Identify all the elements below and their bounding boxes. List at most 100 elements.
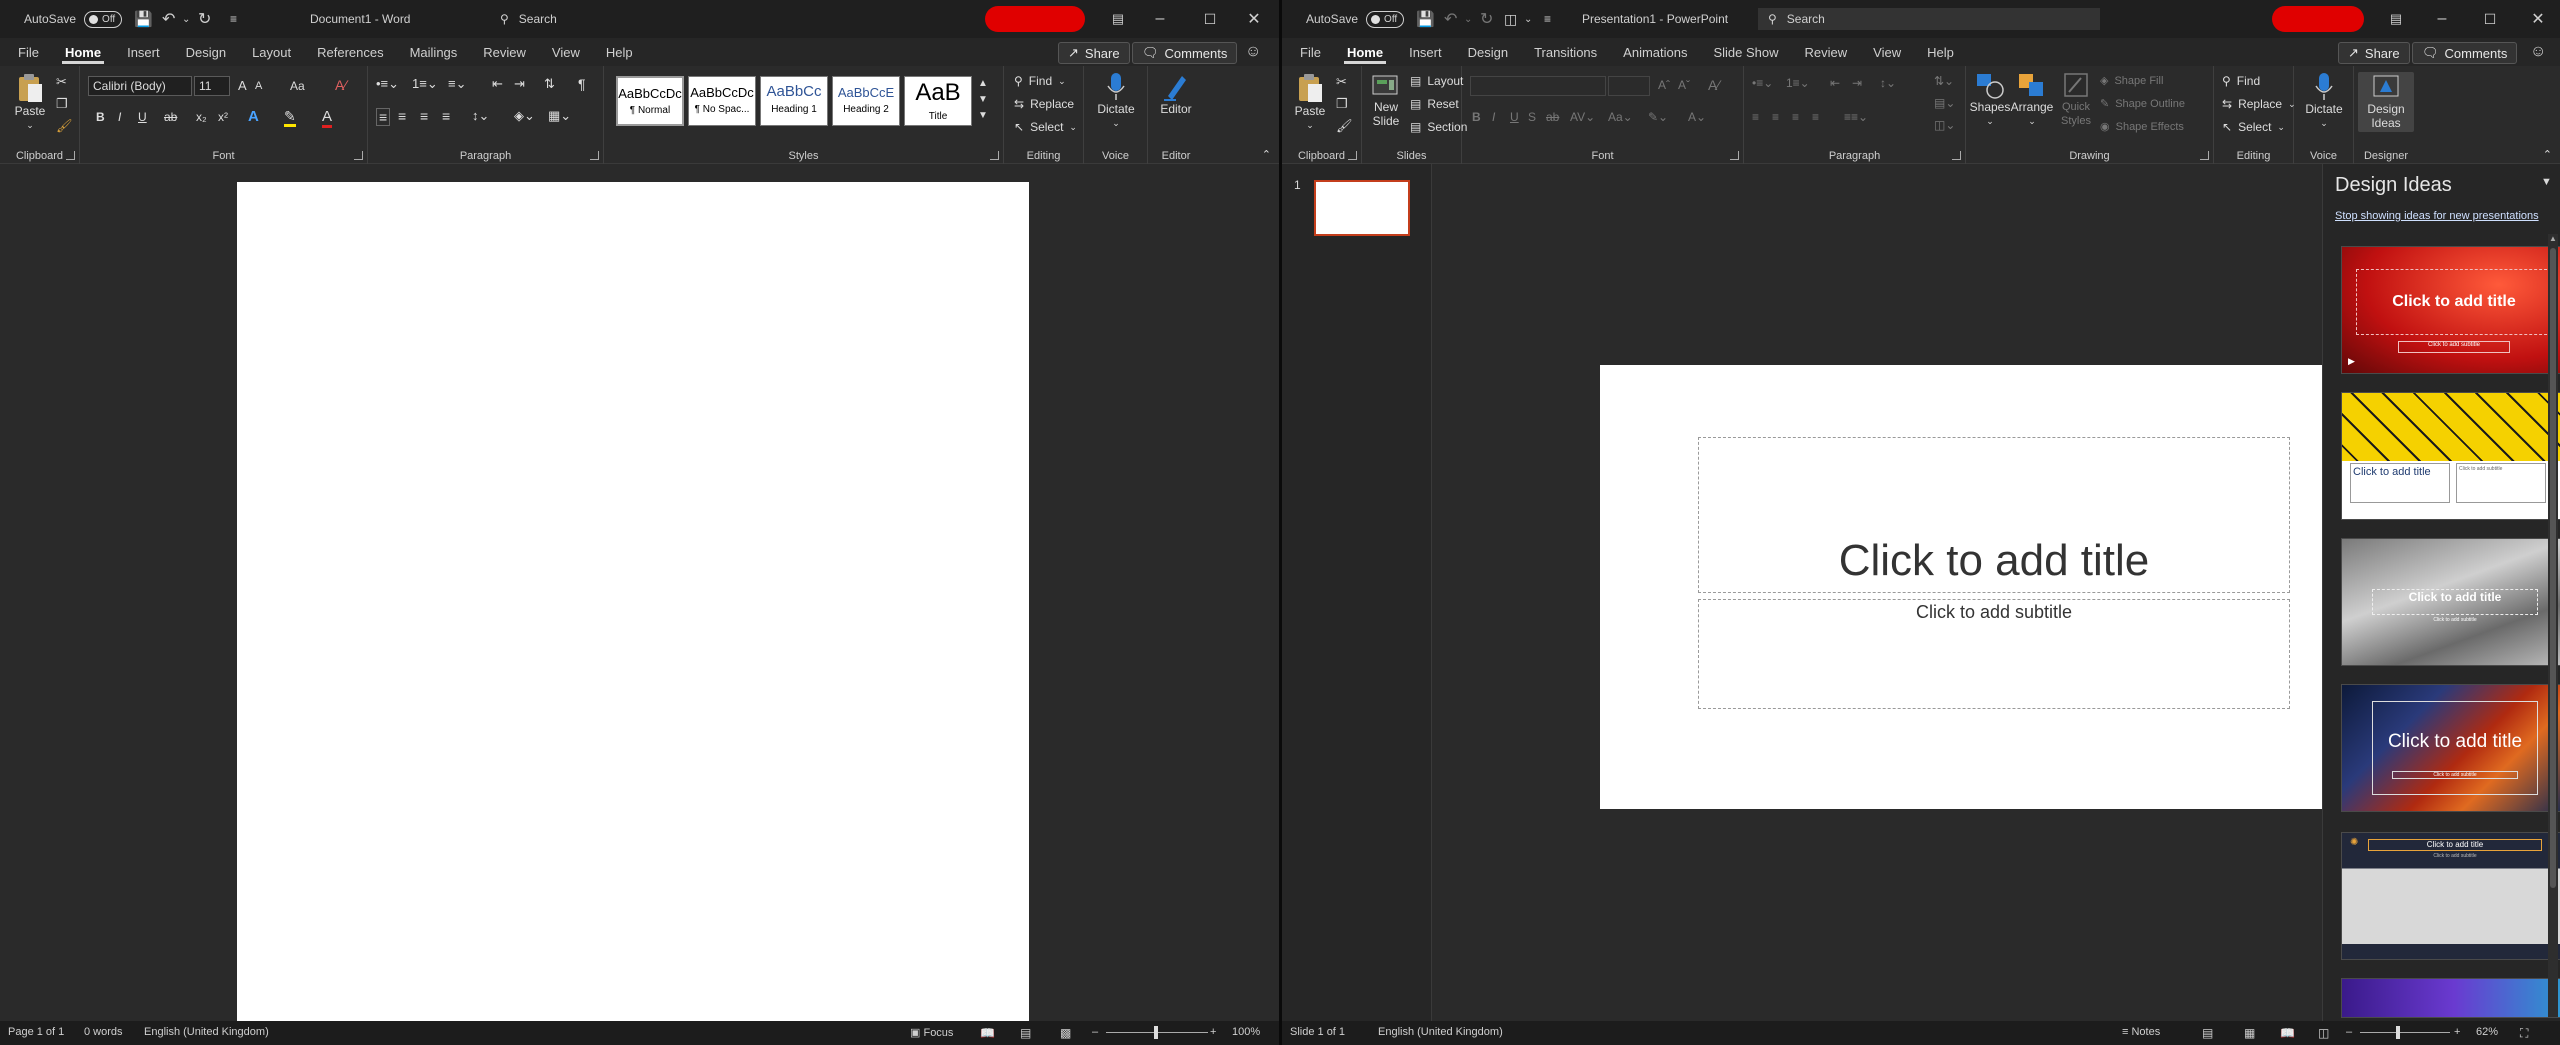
drawing-launcher-icon[interactable]	[2200, 151, 2209, 160]
minimize-button[interactable]: –	[1140, 0, 1180, 38]
cut-icon[interactable]: ✂	[1336, 74, 1347, 90]
zoom-in-icon[interactable]: +	[2454, 1026, 2460, 1038]
tab-file[interactable]: File	[0, 38, 52, 66]
save-icon[interactable]: 💾	[134, 0, 153, 38]
autosave[interactable]: AutoSave Off	[1306, 0, 1405, 38]
italic-icon[interactable]: I	[1492, 110, 1495, 124]
spacing-icon[interactable]: AV⌄	[1570, 110, 1595, 124]
new-slide-button[interactable]: New Slide	[1366, 72, 1406, 128]
style-heading-2[interactable]: AaBbCcE Heading 2	[832, 76, 900, 126]
shadow-icon[interactable]: S	[1528, 110, 1536, 124]
current-slide[interactable]: Click to add title Click to add subtitle	[1600, 365, 2388, 809]
tab-insert[interactable]: Insert	[114, 38, 173, 66]
word-count[interactable]: 0 words	[84, 1026, 123, 1038]
web-layout-icon[interactable]: ▩	[1060, 1026, 1071, 1040]
align-text-icon[interactable]: ▤⌄	[1934, 96, 1955, 110]
align-center-icon[interactable]: ≡	[398, 108, 406, 124]
undo-icon[interactable]: ↶	[1444, 0, 1457, 38]
tab-view[interactable]: View	[1860, 38, 1914, 66]
search-box[interactable]: ⚲ Search	[490, 8, 740, 30]
chevron-down-icon[interactable]: ⌄	[1524, 0, 1532, 38]
numbering-icon[interactable]: 1≡⌄	[1786, 76, 1810, 90]
tab-mailings[interactable]: Mailings	[397, 38, 471, 66]
zoom-level[interactable]: 100%	[1232, 1026, 1260, 1038]
highlight-icon[interactable]: ✎	[284, 108, 296, 127]
paste-button[interactable]: Paste ⌄	[10, 72, 50, 132]
shrink-font-button[interactable]: A	[255, 80, 262, 92]
paragraph-launcher-icon[interactable]	[1952, 151, 1961, 160]
redo-icon[interactable]: ↻	[198, 0, 211, 38]
bullets-icon[interactable]: •≡⌄	[1752, 76, 1773, 90]
share-button[interactable]: ↗ Share	[2338, 42, 2410, 64]
collapse-ribbon-icon[interactable]: ⌃	[1262, 148, 1271, 161]
increase-indent-icon[interactable]: ⇥	[514, 76, 525, 92]
align-left-icon[interactable]: ≡	[376, 108, 391, 126]
text-effects-icon[interactable]: A	[248, 108, 259, 125]
language-indicator[interactable]: English (United Kingdom)	[144, 1026, 269, 1038]
italic-button[interactable]: I	[118, 110, 121, 124]
minimize-button[interactable]: –	[2422, 0, 2462, 38]
select-button[interactable]: ↖ Select ⌄	[2222, 120, 2285, 134]
underline-button[interactable]: U	[138, 110, 147, 124]
font-name-dropdown[interactable]	[1470, 76, 1606, 96]
style-title[interactable]: AaB Title	[904, 76, 972, 126]
scroll-up-icon[interactable]: ▲	[2548, 234, 2558, 244]
maximize-button[interactable]: ☐	[1190, 0, 1230, 38]
tab-layout[interactable]: Layout	[239, 38, 304, 66]
smartart-icon[interactable]: ◫⌄	[1934, 118, 1955, 132]
pane-options-icon[interactable]: ▼	[2541, 176, 2552, 188]
justify-icon[interactable]: ≡	[442, 108, 450, 124]
tab-design[interactable]: Design	[173, 38, 239, 66]
font-size-dropdown[interactable]	[1608, 76, 1650, 96]
strikethrough-icon[interactable]: ab	[1546, 110, 1559, 124]
autosave-toggle[interactable]: Off	[84, 10, 123, 28]
paste-button[interactable]: Paste ⌄	[1290, 72, 1330, 132]
bold-icon[interactable]: B	[1472, 110, 1481, 124]
underline-icon[interactable]: U	[1510, 110, 1519, 124]
tab-slide-show[interactable]: Slide Show	[1700, 38, 1791, 66]
fit-to-window-icon[interactable]: ⛶	[2520, 1026, 2528, 1041]
design-idea-4[interactable]: Click to add title Click to add subtitle	[2341, 684, 2560, 812]
zoom-in-icon[interactable]: +	[1210, 1026, 1216, 1038]
zoom-out-icon[interactable]: –	[1092, 1026, 1098, 1038]
show-marks-icon[interactable]: ¶	[578, 76, 586, 92]
autosave[interactable]: AutoSave Off	[24, 0, 123, 38]
shading-icon[interactable]: ◈⌄	[514, 108, 535, 124]
design-idea-2[interactable]: Click to add title Click to add subtitle	[2341, 392, 2560, 520]
replace-button[interactable]: ⇆ Replace	[1014, 97, 1074, 111]
document-page[interactable]	[237, 182, 1029, 1025]
tab-home[interactable]: Home	[52, 38, 114, 66]
notes-button[interactable]: ≡ Notes	[2122, 1026, 2160, 1038]
language-indicator[interactable]: English (United Kingdom)	[1378, 1026, 1503, 1038]
slideshow-view-icon[interactable]: ◫	[2318, 1026, 2329, 1040]
reset-button[interactable]: ▤ Reset	[1410, 97, 1459, 111]
multilevel-list-icon[interactable]: ≡⌄	[448, 76, 466, 92]
clipboard-launcher-icon[interactable]	[66, 151, 75, 160]
find-button[interactable]: ⚲ Find ⌄	[1014, 74, 1066, 88]
line-spacing-icon[interactable]: ↕⌄	[472, 108, 489, 124]
font-size-dropdown[interactable]: 11	[194, 76, 230, 96]
design-idea-3[interactable]: Click to add title Click to add subtitle	[2341, 538, 2560, 666]
shrink-font-icon[interactable]: Aˇ	[1678, 78, 1690, 92]
slide-sorter-icon[interactable]: ▦	[2244, 1026, 2255, 1040]
customize-toolbar-icon[interactable]: ≡	[230, 0, 237, 38]
line-spacing-icon[interactable]: ↕⌄	[1880, 76, 1896, 90]
styles-launcher-icon[interactable]	[990, 151, 999, 160]
clear-formatting-icon[interactable]: A∕	[335, 77, 347, 93]
subscript-button[interactable]: x₂	[196, 110, 207, 124]
strikethrough-button[interactable]: ab	[164, 110, 177, 124]
shape-effects-button[interactable]: ◉ Shape Effects	[2100, 120, 2184, 134]
align-center-icon[interactable]: ≡	[1772, 110, 1779, 124]
comments-button[interactable]: 🗨 Comments	[1132, 42, 1238, 64]
font-color-icon[interactable]: A⌄	[1688, 110, 1706, 124]
styles-scroll-icon[interactable]: ▲ ▼ ▼	[978, 76, 988, 124]
undo-dropdown-icon[interactable]: ⌄	[182, 0, 190, 38]
page-count[interactable]: Page 1 of 1	[8, 1026, 64, 1038]
zoom-out-icon[interactable]: –	[2346, 1026, 2352, 1038]
section-button[interactable]: ▤ Section	[1410, 120, 1467, 134]
replace-button[interactable]: ⇆ Replace ⌄	[2222, 97, 2296, 111]
style-no-spacing[interactable]: AaBbCcDc ¶ No Spac...	[688, 76, 756, 126]
shape-outline-button[interactable]: ✎ Shape Outline	[2100, 97, 2185, 111]
highlight-icon[interactable]: ✎⌄	[1648, 110, 1668, 124]
clear-formatting-icon[interactable]: A∕	[1708, 77, 1720, 93]
